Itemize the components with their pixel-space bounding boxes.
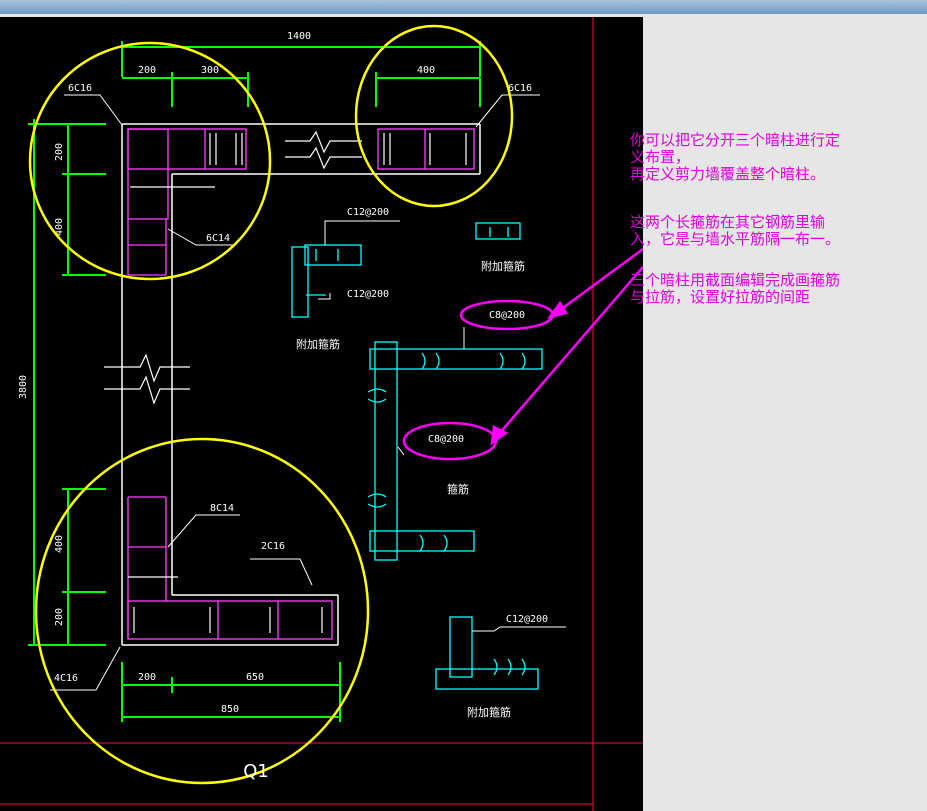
- rebar-label-web-lower: 8C14: [210, 503, 234, 514]
- label-extra-stirrup-3: 附加箍筋: [467, 705, 511, 719]
- note-1-line-2: 义布置，: [630, 148, 691, 166]
- dim-bottom-total: 850: [221, 704, 239, 715]
- stirrup-label-c12-a: C12@200: [347, 207, 389, 218]
- stirrup-label-c8-a: C8@200: [489, 310, 525, 321]
- leader-c12: [318, 220, 400, 300]
- dim-bottom-2: 650: [246, 672, 264, 683]
- dim-left-total: 3800: [18, 375, 29, 399]
- dim-bottom-1: 200: [138, 672, 156, 683]
- dim-top-total: 1400: [287, 31, 311, 42]
- rebar-label-top-left: 6C16: [68, 83, 92, 94]
- detail-extra-stirrup-1: [291, 244, 362, 318]
- dim-left-bottom-2: 200: [54, 608, 65, 626]
- label-extra-stirrup-2: 附加箍筋: [481, 259, 525, 273]
- break-marks: [104, 130, 362, 405]
- note-2-line-1: 这两个长箍筋在其它钢筋里输: [630, 213, 826, 231]
- cad-drawing: 1400 200 300 400 3800 200 400 400 200 20…: [0, 17, 643, 811]
- label-hoop: 箍筋: [447, 482, 469, 496]
- note-3-line-2: 与拉筋，设置好拉筋的间距: [630, 288, 811, 306]
- rebar-label-bottom-end: 2C16: [261, 541, 285, 552]
- detail-extra-stirrup-3: [435, 616, 539, 690]
- dim-top-right: 400: [417, 65, 435, 76]
- detail-small-stirrup: [475, 222, 521, 240]
- label-extra-stirrup-1: 附加箍筋: [296, 337, 340, 351]
- note-2-line-2: 入，它是与墙水平筋隔一布一。: [630, 230, 841, 248]
- drawing-title: Q1: [243, 761, 269, 782]
- wall-outline: [121, 123, 481, 646]
- leader-c12-c: [472, 626, 566, 632]
- note-1-line-1: 你可以把它分开三个暗柱进行定: [630, 131, 841, 149]
- rebar-label-bottom-left: 4C16: [54, 673, 78, 684]
- cad-drawing-canvas[interactable]: 1400 200 300 400 3800 200 400 400 200 20…: [0, 17, 643, 811]
- note-1-line-3: 再定义剪力墙覆盖整个暗柱。: [630, 165, 826, 183]
- stirrup-label-c12-b: C12@200: [347, 289, 389, 300]
- dim-left-top-1: 200: [54, 143, 65, 161]
- highlight-ellipses: [402, 299, 555, 461]
- detail-hoop: [367, 341, 543, 561]
- stirrup-label-c12-c: C12@200: [506, 614, 548, 625]
- note-3-line-1: 三个暗柱用截面编辑完成画箍筋: [630, 271, 841, 289]
- annotation-arrows: [490, 247, 643, 446]
- stirrup-label-c8-b: C8@200: [428, 434, 464, 445]
- rebar-label-web-upper: 6C14: [206, 233, 230, 244]
- window-title-bar: [0, 0, 927, 14]
- dim-left-bottom-1: 400: [54, 535, 65, 553]
- dim-top-left-1: 200: [138, 65, 156, 76]
- dimension-lines: [28, 41, 481, 722]
- dim-top-left-2: 300: [201, 65, 219, 76]
- rebar-label-top-right: 6C16: [508, 83, 532, 94]
- bar-hooks: [128, 133, 467, 633]
